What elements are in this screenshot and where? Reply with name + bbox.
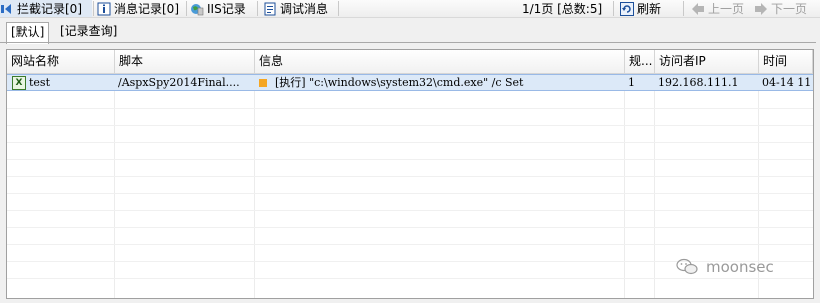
next-page-button[interactable]: 下一页 — [754, 0, 807, 17]
warning-marker-icon — [259, 79, 267, 87]
page-info: 1/1页 [总数:5] — [522, 0, 602, 17]
column-header-info[interactable]: 信息 — [255, 50, 625, 73]
message-log-label: 消息记录[0] — [114, 2, 179, 16]
page-info-label: 1/1页 [总数:5] — [522, 2, 603, 16]
site-name: test — [29, 76, 50, 89]
refresh-label: 刷新 — [637, 2, 662, 16]
column-header-site[interactable]: 网站名称 — [7, 50, 115, 73]
cell-site: Xtest — [9, 75, 115, 91]
column-header-ip[interactable]: 访问者IP — [655, 50, 759, 73]
excel-icon: X — [12, 76, 26, 90]
cell-ip: 192.168.111.1 — [658, 76, 739, 89]
refresh-icon — [620, 1, 634, 16]
tab-strip: [默认] [记录查询] — [0, 22, 820, 44]
prev-page-label: 上一页 — [708, 2, 745, 16]
prev-page-button[interactable]: 上一页 — [691, 0, 744, 17]
toolbar: 拦截记录[0] 消息记录[0] IIS记录 调试消息 1/1页 [总数:5] 刷… — [0, 0, 820, 18]
debug-doc-icon — [263, 2, 277, 16]
watermark: moonsec — [676, 258, 774, 276]
column-header-time[interactable]: 时间 — [759, 50, 813, 73]
arrow-left-icon — [691, 2, 705, 16]
refresh-button[interactable]: 刷新 — [620, 0, 661, 17]
cell-info: [执行] "c:\windows\system32\cmd.exe" /c Se… — [255, 75, 625, 91]
arrow-right-icon — [754, 2, 768, 16]
iis-log-button[interactable]: IIS记录 — [190, 0, 246, 17]
intercept-log-label: 拦截记录[0] — [17, 2, 82, 16]
debug-message-label: 调试消息 — [280, 2, 329, 16]
info-icon — [97, 2, 111, 16]
table-row[interactable]: Xtest /AspxSpy2014Final.... [执行] "c:\win… — [7, 74, 813, 91]
tab-default[interactable]: [默认] — [6, 22, 50, 44]
table-header: 网站名称 脚本 信息 规... 访问者IP 时间 — [7, 50, 813, 74]
cell-script: /AspxSpy2014Final.... — [118, 76, 240, 89]
column-header-script[interactable]: 脚本 — [115, 50, 255, 73]
wechat-icon — [676, 258, 698, 276]
debug-message-button[interactable]: 调试消息 — [263, 0, 328, 17]
cell-rule: 1 — [628, 76, 635, 89]
tab-record-query[interactable]: [记录查询] — [56, 22, 121, 41]
message-log-button[interactable]: 消息记录[0] — [97, 0, 179, 17]
info-text: [执行] "c:\windows\system32\cmd.exe" /c Se… — [275, 76, 524, 89]
watermark-text: moonsec — [706, 258, 774, 276]
tab-divider — [0, 42, 816, 43]
next-page-label: 下一页 — [771, 2, 808, 16]
intercept-log-button[interactable]: 拦截记录[0] — [0, 0, 92, 17]
iis-globe-icon — [190, 2, 204, 16]
column-header-rule[interactable]: 规... — [625, 50, 655, 73]
cell-time: 04-14 11 — [762, 76, 812, 89]
iis-log-label: IIS记录 — [207, 2, 246, 16]
intercept-icon — [0, 2, 14, 16]
